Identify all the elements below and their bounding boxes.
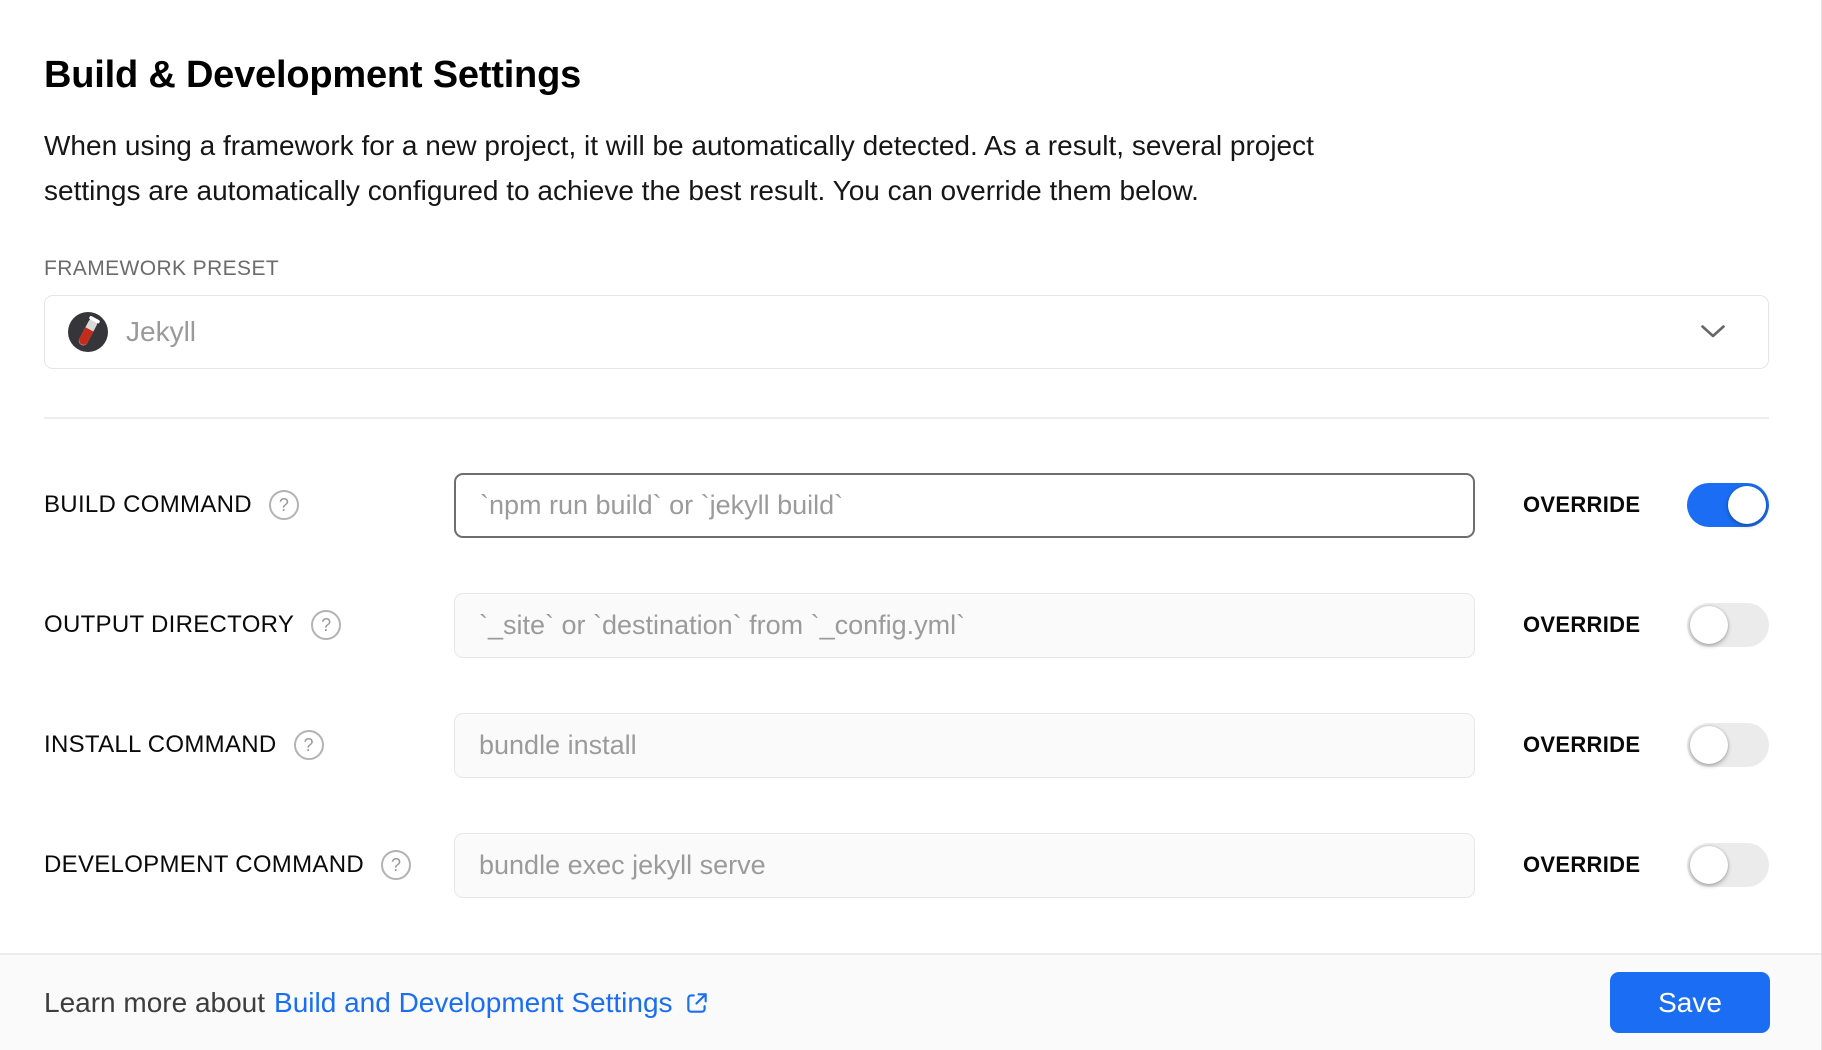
install-command-row: INSTALL COMMAND ? OVERRIDE — [44, 713, 1769, 778]
help-icon[interactable]: ? — [311, 610, 341, 640]
build-command-label-group: BUILD COMMAND ? — [44, 490, 454, 520]
link-text: Build and Development Settings — [274, 987, 672, 1019]
toggle-knob — [1690, 846, 1728, 884]
output-directory-row: OUTPUT DIRECTORY ? OVERRIDE — [44, 593, 1769, 658]
build-dev-settings-link[interactable]: Build and Development Settings — [274, 987, 709, 1019]
install-command-input — [454, 713, 1475, 778]
card-content: Build & Development Settings When using … — [0, 52, 1821, 898]
section-divider — [44, 417, 1769, 419]
override-label: OVERRIDE — [1523, 852, 1643, 878]
learn-more-prefix: Learn more about — [44, 987, 265, 1019]
help-icon[interactable]: ? — [294, 730, 324, 760]
learn-more-text: Learn more about Build and Development S… — [44, 987, 710, 1019]
save-button[interactable]: Save — [1610, 972, 1770, 1033]
toggle-knob — [1728, 486, 1766, 524]
output-directory-label: OUTPUT DIRECTORY — [44, 611, 294, 639]
jekyll-logo-icon — [68, 312, 108, 352]
toggle-knob — [1690, 606, 1728, 644]
build-command-override-toggle[interactable] — [1687, 483, 1769, 527]
install-command-override-toggle[interactable] — [1687, 723, 1769, 767]
framework-preset-value: Jekyll — [126, 316, 196, 348]
install-command-label-group: INSTALL COMMAND ? — [44, 730, 454, 760]
development-command-override-toggle[interactable] — [1687, 843, 1769, 887]
framework-preset-label: FRAMEWORK PRESET — [44, 257, 1769, 281]
output-directory-override-toggle[interactable] — [1687, 603, 1769, 647]
footer-bar: Learn more about Build and Development S… — [0, 953, 1821, 1050]
page-title: Build & Development Settings — [44, 52, 1769, 100]
development-command-input — [454, 833, 1475, 898]
development-command-label-group: DEVELOPMENT COMMAND ? — [44, 850, 454, 880]
build-command-label: BUILD COMMAND — [44, 491, 252, 519]
override-label: OVERRIDE — [1523, 612, 1643, 638]
build-command-row: BUILD COMMAND ? OVERRIDE — [44, 473, 1769, 538]
external-link-icon — [684, 990, 710, 1016]
help-icon[interactable]: ? — [381, 850, 411, 880]
settings-rows: BUILD COMMAND ? OVERRIDE OUTPUT DIRECTOR… — [44, 473, 1769, 898]
override-label: OVERRIDE — [1523, 492, 1643, 518]
install-command-label: INSTALL COMMAND — [44, 731, 277, 759]
override-label: OVERRIDE — [1523, 732, 1643, 758]
description-line-1: When using a framework for a new project… — [44, 123, 1769, 168]
development-command-row: DEVELOPMENT COMMAND ? OVERRIDE — [44, 833, 1769, 898]
build-dev-settings-card: Build & Development Settings When using … — [0, 0, 1822, 1050]
build-command-input[interactable] — [454, 473, 1475, 538]
framework-preset-select[interactable]: Jekyll — [44, 295, 1769, 369]
description: When using a framework for a new project… — [44, 123, 1769, 213]
help-icon[interactable]: ? — [269, 490, 299, 520]
development-command-label: DEVELOPMENT COMMAND — [44, 851, 364, 879]
output-directory-label-group: OUTPUT DIRECTORY ? — [44, 610, 454, 640]
output-directory-input — [454, 593, 1475, 658]
toggle-knob — [1690, 726, 1728, 764]
chevron-down-icon[interactable] — [1700, 324, 1726, 339]
description-line-2: settings are automatically configured to… — [44, 168, 1769, 213]
